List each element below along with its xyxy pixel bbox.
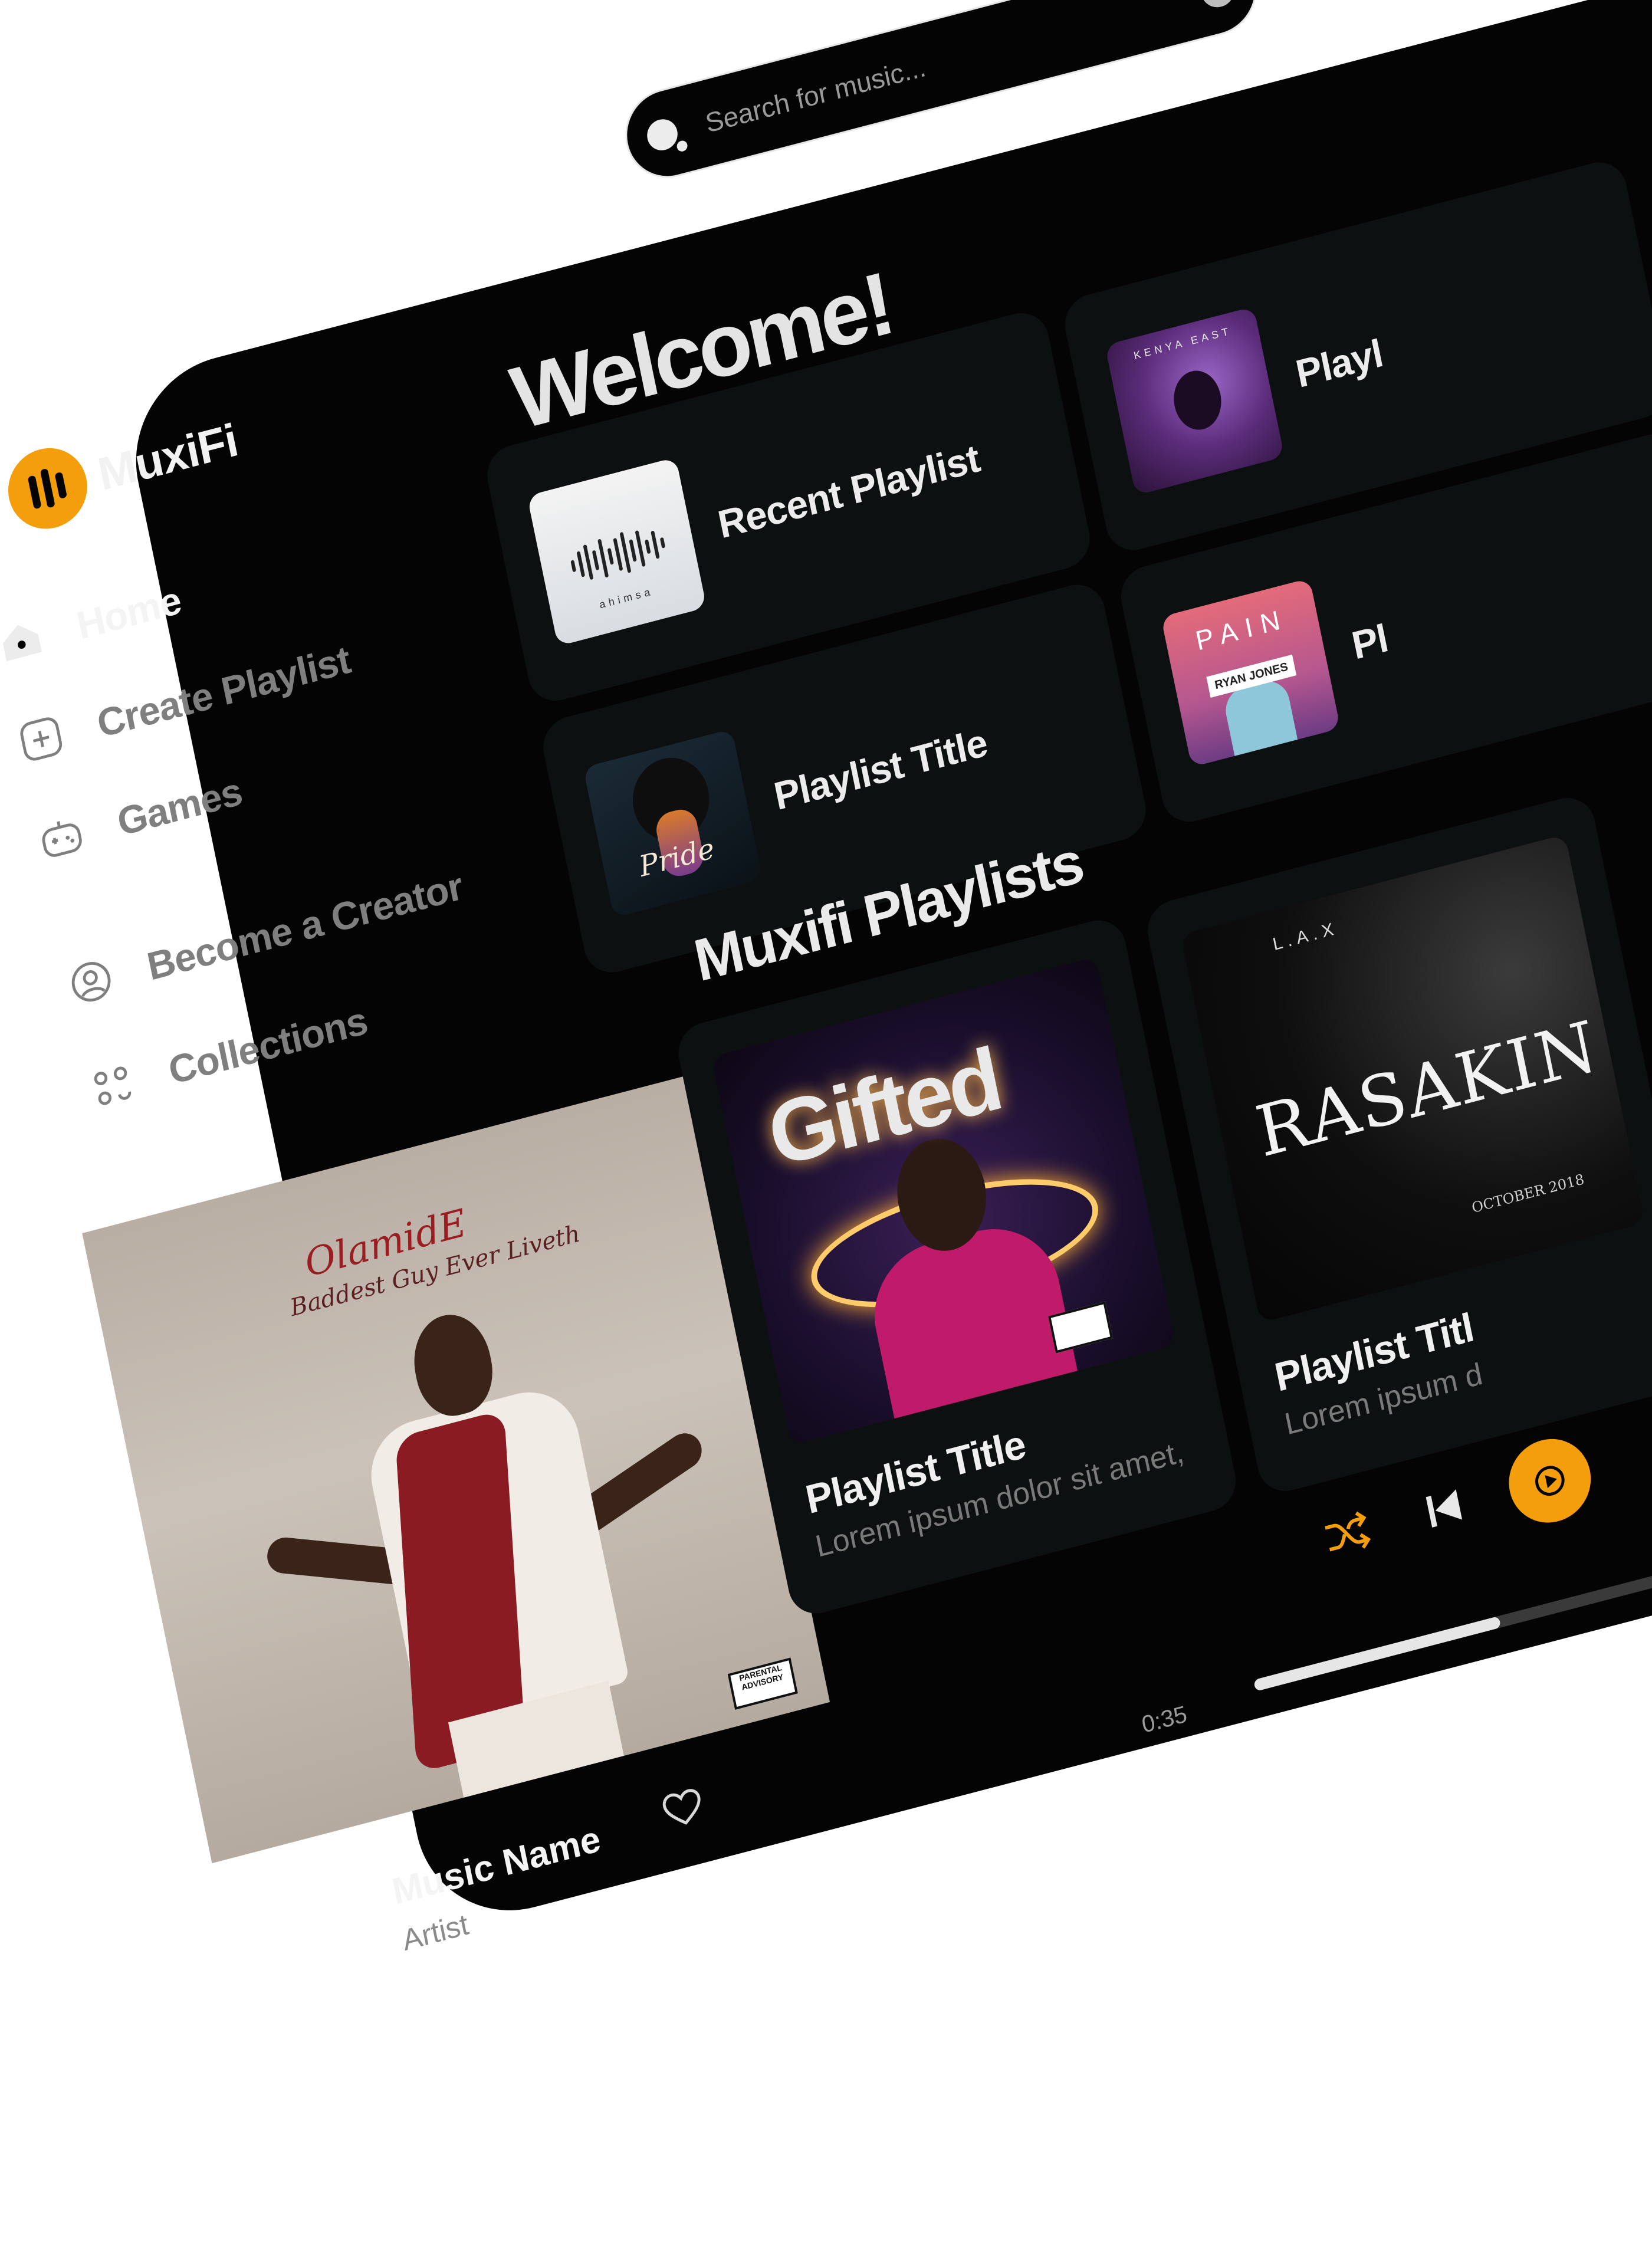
cover-title: RASAKIN: [1249, 1004, 1605, 1173]
playlist-label: Recent Playlist: [714, 436, 983, 547]
sidebar-item-become-creator[interactable]: Become a Creator: [63, 861, 467, 1012]
playlist-cover: PAIN RYAN JONES: [1161, 578, 1341, 767]
playlist-card[interactable]: L.A.X RASAKIN OCTOBER 2018 Playlist Titl…: [1142, 792, 1652, 1498]
progress-fill: [1253, 1615, 1502, 1692]
gamepad-icon: [33, 807, 90, 867]
home-icon: [0, 611, 49, 671]
sidebar-item-label: Create Playlist: [93, 637, 354, 746]
cover-text: KENYA EAST: [1132, 324, 1233, 362]
playlist-label: Pl: [1348, 615, 1392, 668]
user-circle-icon: [63, 952, 120, 1012]
logo-icon: [1, 439, 94, 538]
parental-advisory-badge: PARENTAL ADVISORY: [727, 1657, 798, 1710]
playlist-cover: Gifted: [711, 957, 1176, 1446]
now-playing-artist: Artist: [399, 1907, 472, 1958]
play-icon: [1535, 1466, 1565, 1496]
playlist-cover: ahimsa: [527, 457, 707, 646]
search-input[interactable]: Search for music...: [702, 0, 1204, 139]
search-icon: [644, 116, 681, 154]
playlist-cover: KENYA EAST: [1105, 306, 1285, 496]
playlist-label: Playlist Title: [770, 720, 991, 819]
sidebar-item-label: Games: [113, 769, 246, 844]
brand[interactable]: MuxiFi: [1, 400, 245, 538]
app-window: Search for music... × MuxiFi Home Create…: [1, 0, 1652, 1957]
stage: Search for music... × MuxiFi Home Create…: [0, 0, 1652, 2243]
cover-top-text: L.A.X: [1271, 918, 1340, 955]
now-playing-title: Music Name: [389, 1818, 605, 1913]
cover-text: PAIN: [1193, 602, 1291, 656]
heart-icon[interactable]: [655, 1778, 711, 1837]
playlist-cover: Pride: [583, 728, 763, 918]
sidebar-item-create-playlist[interactable]: Create Playlist: [13, 635, 354, 769]
playlist-cover: L.A.X RASAKIN OCTOBER 2018: [1180, 834, 1646, 1324]
current-time: 0:35: [1139, 1701, 1190, 1738]
sidebar-item-home[interactable]: Home: [0, 576, 185, 671]
sidebar-item-label: Collections: [165, 998, 371, 1093]
playlist-label: Playl: [1292, 330, 1387, 396]
cover-date: OCTOBER 2018: [1470, 1171, 1586, 1217]
sidebar-item-label: Become a Creator: [143, 863, 467, 989]
previous-track-icon[interactable]: [1413, 1476, 1475, 1541]
brand-name: MuxiFi: [93, 413, 242, 501]
collections-icon: [84, 1056, 141, 1115]
shuffle-icon[interactable]: [1316, 1501, 1378, 1567]
cover-text: ahimsa: [598, 585, 655, 611]
sidebar-item-games[interactable]: Games: [33, 767, 246, 867]
add-square-icon: [13, 709, 70, 769]
sidebar-item-collections[interactable]: Collections: [84, 996, 372, 1116]
play-button[interactable]: [1501, 1430, 1598, 1532]
sidebar-item-label: Home: [73, 577, 185, 648]
search-bar[interactable]: Search for music... ×: [617, 0, 1265, 188]
